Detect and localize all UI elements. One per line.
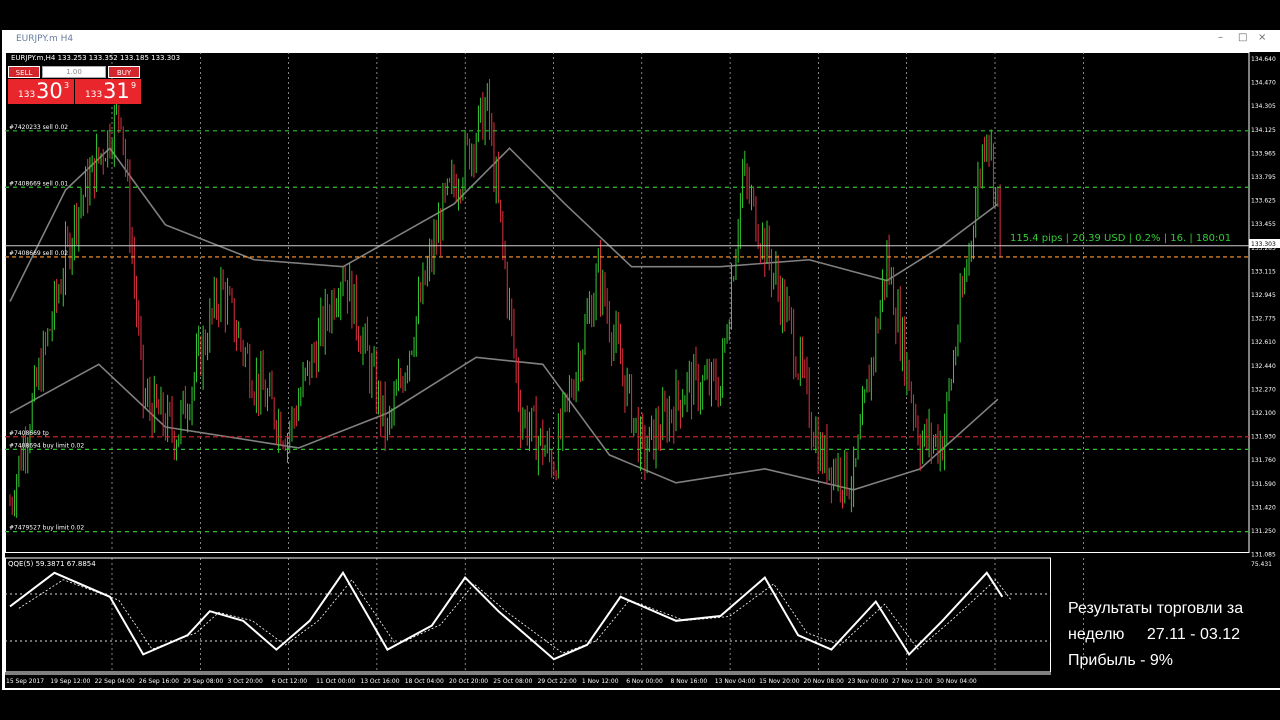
minimize-icon[interactable]: – bbox=[1218, 32, 1223, 43]
price-tick-label: 134.640 bbox=[1251, 56, 1276, 63]
price-tick-label: 132.775 bbox=[1251, 316, 1276, 323]
time-tick-label: 26 Sep 16:00 bbox=[139, 678, 179, 685]
results-line-2: неделю 27.11 - 03.12 bbox=[1068, 622, 1280, 648]
price-tick-label: 134.305 bbox=[1251, 103, 1276, 110]
time-tick-label: 1 Nov 12:00 bbox=[582, 678, 619, 685]
price-tick-label: 131.930 bbox=[1251, 434, 1276, 441]
time-tick-label: 30 Nov 04:00 bbox=[936, 678, 977, 685]
price-chart[interactable]: 134.640 134.470 134.305 134.125 133.965 133.7… bbox=[5, 52, 1280, 688]
one-click-trading-panel: SELL 1.00 BUY 133 30 3 133 31 9 bbox=[7, 65, 141, 105]
price-tick-label: 133.455 bbox=[1251, 221, 1276, 228]
price-tick-label: 132.945 bbox=[1251, 292, 1276, 299]
time-tick-label: 27 Nov 12:00 bbox=[892, 678, 933, 685]
price-tick-label: 133.965 bbox=[1251, 150, 1276, 157]
price-tick-label: 134.470 bbox=[1251, 80, 1276, 87]
chart-header: EURJPY.m,H4 133.253 133.352 133.185 133.… bbox=[11, 54, 180, 62]
time-tick-label: 13 Nov 04:00 bbox=[715, 678, 756, 685]
sell-price-main: 30 bbox=[36, 79, 63, 103]
time-tick-label: 6 Nov 00:00 bbox=[626, 678, 663, 685]
sell-button[interactable]: SELL bbox=[8, 66, 40, 78]
maximize-icon[interactable]: □ bbox=[1238, 32, 1247, 43]
chart-window-title: EURJPY.m H4 bbox=[16, 34, 74, 44]
time-tick-label: 29 Oct 22:00 bbox=[538, 678, 577, 685]
price-tick-label: 133.795 bbox=[1251, 174, 1276, 181]
chart-titlebar: EURJPY.m H4 – □ × bbox=[2, 30, 1280, 50]
time-tick-label: 15 Nov 20:00 bbox=[759, 678, 800, 685]
results-dates: 27.11 - 03.12 bbox=[1146, 626, 1240, 643]
weekly-results-caption: Результаты торговли за неделю 27.11 - 03… bbox=[1068, 596, 1280, 674]
time-tick-label: 11 Oct 00:00 bbox=[316, 678, 355, 685]
price-tick-label: 134.125 bbox=[1251, 127, 1276, 134]
price-tick-label: 131.420 bbox=[1251, 504, 1276, 511]
time-tick-label: 20 Oct 20:00 bbox=[449, 678, 488, 685]
order-level-label: #7420233 sell 0.02 bbox=[9, 124, 68, 131]
results-line-1: Результаты торговли за bbox=[1068, 600, 1244, 617]
sell-price-prefix: 133 bbox=[18, 90, 36, 100]
time-tick-label: 6 Oct 12:00 bbox=[272, 678, 307, 685]
price-tick-label: 132.440 bbox=[1251, 363, 1276, 370]
price-tick-label: 131.590 bbox=[1251, 481, 1276, 488]
time-tick-label: 8 Nov 16:00 bbox=[671, 678, 708, 685]
order-level-label: #7408669 tp bbox=[9, 430, 49, 437]
current-price-label: 133.303 bbox=[1251, 241, 1276, 248]
price-tick-label: 133.115 bbox=[1251, 268, 1276, 275]
buy-price-box[interactable]: 133 31 9 bbox=[75, 79, 141, 104]
time-tick-label: 25 Oct 08:00 bbox=[493, 678, 532, 685]
price-tick-label: 133.625 bbox=[1251, 198, 1276, 205]
order-level-label: #7408669 sell 0.02 bbox=[9, 250, 68, 257]
lot-size-input[interactable]: 1.00 bbox=[42, 66, 106, 78]
price-tick-label: 131.760 bbox=[1251, 457, 1276, 464]
time-tick-label: 23 Nov 00:00 bbox=[848, 678, 889, 685]
close-icon[interactable]: × bbox=[1258, 32, 1266, 43]
time-tick-label: 13 Oct 16:00 bbox=[360, 678, 399, 685]
time-tick-label: 22 Sep 04:00 bbox=[95, 678, 135, 685]
buy-price-main: 31 bbox=[103, 79, 130, 103]
sell-price-box[interactable]: 133 30 3 bbox=[8, 79, 74, 104]
buy-price-prefix: 133 bbox=[85, 90, 103, 100]
results-profit: Прибыль - 9% bbox=[1068, 652, 1174, 669]
sell-price-pip: 3 bbox=[64, 81, 70, 90]
indicator-axis-label: 75.431 bbox=[1251, 561, 1272, 568]
order-level-label: #7479527 buy limit 0.02 bbox=[9, 525, 84, 532]
price-tick-label: 132.610 bbox=[1251, 339, 1276, 346]
price-tick-label: 132.100 bbox=[1251, 410, 1276, 417]
indicator-header: QQE(5) 59.3871 67.8854 bbox=[8, 560, 96, 568]
price-tick-label: 131.085 bbox=[1251, 552, 1276, 559]
buy-price-pip: 9 bbox=[131, 81, 137, 90]
results-week-word: неделю bbox=[1068, 626, 1125, 643]
profit-line-label: 115.4 pips | 20.39 USD | 0.2% | 16. | 18… bbox=[1010, 233, 1231, 244]
time-tick-label: 15 Sep 2017 bbox=[6, 678, 44, 685]
order-level-label: #7408669 sell 0.01 bbox=[9, 180, 68, 187]
price-tick-label: 132.270 bbox=[1251, 386, 1276, 393]
time-tick-label: 29 Sep 08:00 bbox=[183, 678, 223, 685]
time-tick-label: 19 Sep 12:00 bbox=[50, 678, 90, 685]
time-tick-label: 18 Oct 04:00 bbox=[405, 678, 444, 685]
price-tick-label: 131.250 bbox=[1251, 528, 1276, 535]
time-tick-label: 3 Oct 20:00 bbox=[228, 678, 263, 685]
time-tick-label: 20 Nov 08:00 bbox=[803, 678, 844, 685]
order-level-label: #7408694 buy limit 0.02 bbox=[9, 442, 84, 449]
buy-button[interactable]: BUY bbox=[108, 66, 140, 78]
